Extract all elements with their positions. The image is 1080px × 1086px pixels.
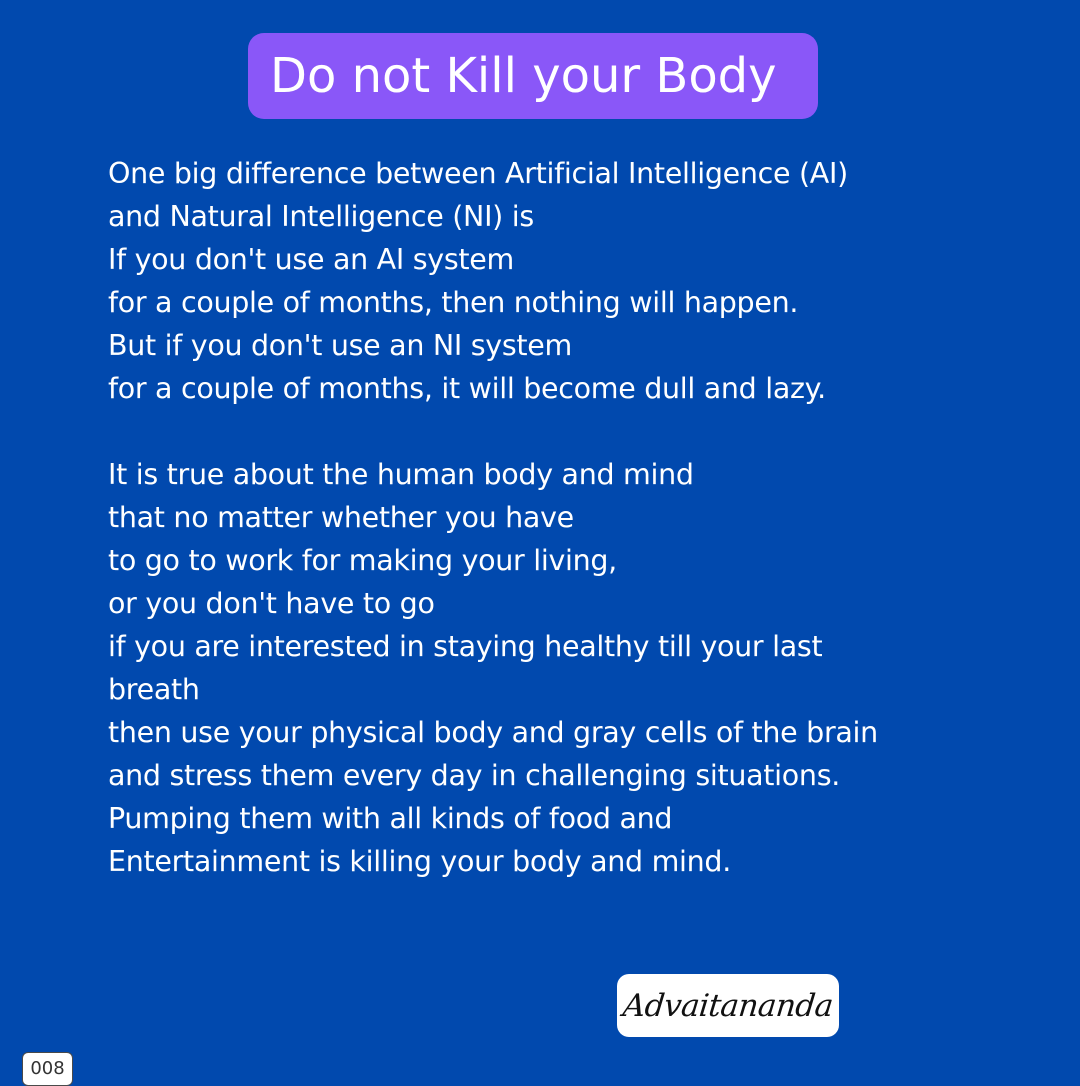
paragraph-break bbox=[108, 410, 968, 453]
body-line: for a couple of months, it will become d… bbox=[108, 372, 826, 405]
body-line: Entertainment is killing your body and m… bbox=[108, 845, 731, 878]
body-line: Pumping them with all kinds of food and bbox=[108, 802, 673, 835]
quote-body: One big difference between Artificial In… bbox=[108, 152, 968, 883]
body-line: breath bbox=[108, 673, 200, 706]
body-line: and Natural Intelligence (NI) is bbox=[108, 200, 534, 233]
author-signature: Advaitananda bbox=[621, 987, 835, 1024]
body-line: and stress them every day in challenging… bbox=[108, 759, 840, 792]
body-line: If you don't use an AI system bbox=[108, 243, 514, 276]
body-line: that no matter whether you have bbox=[108, 501, 574, 534]
body-line: But if you don't use an NI system bbox=[108, 329, 572, 362]
signature-badge: Advaitananda bbox=[617, 974, 839, 1037]
body-line: It is true about the human body and mind bbox=[108, 458, 694, 491]
body-line: if you are interested in staying healthy… bbox=[108, 630, 823, 663]
page-number-badge: 008 bbox=[22, 1052, 73, 1086]
body-line: then use your physical body and gray cel… bbox=[108, 716, 878, 749]
body-line: for a couple of months, then nothing wil… bbox=[108, 286, 799, 319]
body-line: to go to work for making your living, bbox=[108, 544, 617, 577]
page-title: Do not Kill your Body bbox=[270, 48, 777, 104]
body-line: One big difference between Artificial In… bbox=[108, 157, 848, 190]
title-banner: Do not Kill your Body bbox=[248, 33, 818, 119]
page-number: 008 bbox=[30, 1058, 65, 1079]
body-line: or you don't have to go bbox=[108, 587, 435, 620]
